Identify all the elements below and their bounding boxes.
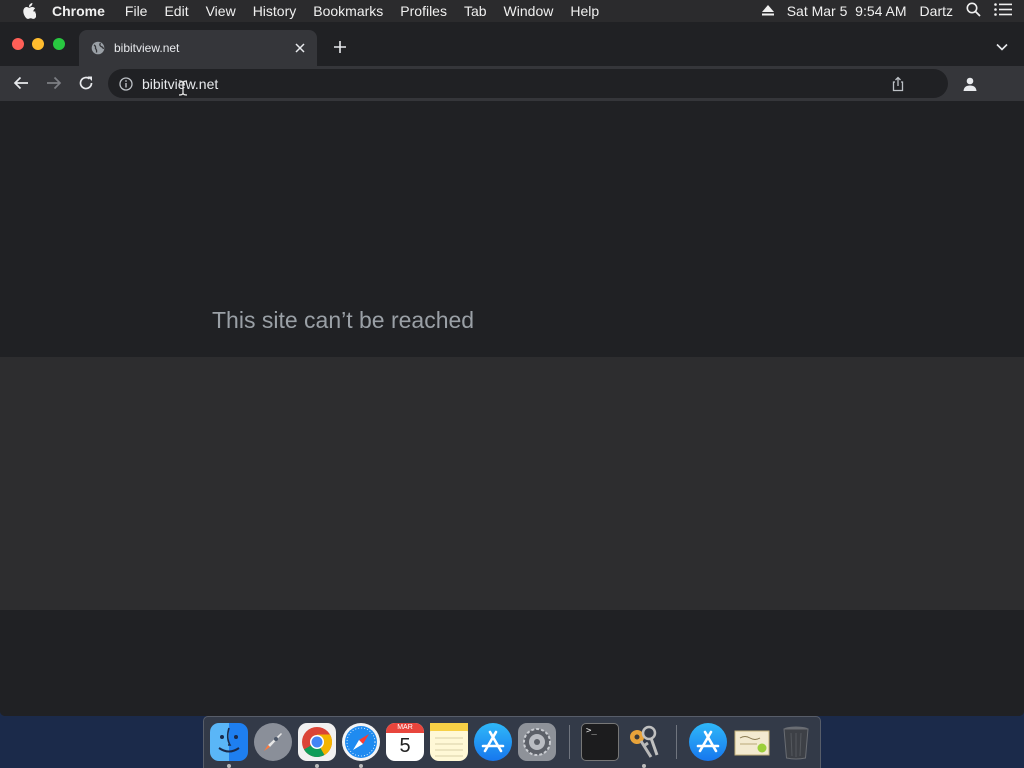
address-bar-url[interactable]: bibitview.net: [142, 76, 890, 92]
dock: MAR 5 >_: [203, 716, 821, 768]
browser-toolbar: bibitview.net: [0, 66, 1024, 101]
terminal-prompt: >_: [586, 726, 597, 736]
calendar-month: MAR: [386, 723, 424, 733]
menu-help[interactable]: Help: [570, 3, 599, 19]
finder-running-indicator: [227, 764, 231, 768]
chrome-running-indicator: [315, 764, 319, 768]
keychain-access-icon[interactable]: [625, 723, 663, 761]
window-fullscreen-button[interactable]: [53, 38, 65, 50]
menu-bar: Chrome File Edit View History Bookmarks …: [0, 0, 1024, 22]
menu-window[interactable]: Window: [504, 3, 554, 19]
share-icon[interactable]: [890, 76, 906, 92]
profile-avatar-icon[interactable]: [960, 74, 980, 94]
finder-icon[interactable]: [210, 723, 248, 761]
menubar-clock[interactable]: Sat Mar 5 9:54 AM: [787, 3, 907, 19]
page-content: This site can’t be reached: [0, 101, 1024, 716]
menu-bookmarks[interactable]: Bookmarks: [313, 3, 383, 19]
certificate-icon[interactable]: [733, 723, 771, 761]
forward-arrow-icon[interactable]: [45, 74, 63, 92]
calendar-day: 5: [399, 735, 411, 757]
spotlight-search-icon[interactable]: [966, 2, 981, 20]
notification-center-icon[interactable]: [994, 3, 1012, 19]
globe-icon: [91, 41, 105, 55]
chrome-icon[interactable]: [298, 723, 336, 761]
menu-profiles[interactable]: Profiles: [400, 3, 447, 19]
tab-close-icon[interactable]: [292, 40, 308, 56]
new-tab-icon[interactable]: [331, 38, 349, 56]
menubar-user[interactable]: Dartz: [920, 3, 953, 19]
menu-view[interactable]: View: [206, 3, 236, 19]
menu-app-chrome[interactable]: Chrome: [52, 3, 105, 19]
notes-icon[interactable]: [430, 723, 468, 761]
safari-running-indicator: [359, 764, 363, 768]
trash-icon[interactable]: [777, 723, 815, 761]
window-minimize-button[interactable]: [32, 38, 44, 50]
text-cursor-icon: [178, 80, 188, 96]
back-arrow-icon[interactable]: [12, 74, 30, 92]
eject-icon[interactable]: [761, 3, 774, 19]
menu-tab[interactable]: Tab: [464, 3, 487, 19]
menu-file[interactable]: File: [125, 3, 148, 19]
menu-history[interactable]: History: [253, 3, 297, 19]
app-store-icon[interactable]: [474, 723, 512, 761]
error-heading: This site can’t be reached: [212, 307, 475, 333]
safari-icon[interactable]: [342, 723, 380, 761]
dock-separator-2: [676, 725, 677, 759]
launchpad-icon[interactable]: [254, 723, 292, 761]
menu-edit[interactable]: Edit: [164, 3, 188, 19]
terminal-icon[interactable]: >_: [581, 723, 619, 761]
tab-bibitview[interactable]: bibitview.net: [79, 30, 317, 66]
tab-title: bibitview.net: [114, 41, 180, 55]
address-bar[interactable]: bibitview.net: [108, 69, 948, 98]
window-close-button[interactable]: [12, 38, 24, 50]
system-preferences-icon[interactable]: [518, 723, 556, 761]
browser-window: bibitview.net bibitview.net This site ca…: [0, 22, 1024, 716]
dock-separator: [569, 725, 570, 759]
chevron-down-icon[interactable]: [995, 40, 1009, 54]
reload-icon[interactable]: [77, 74, 95, 92]
content-band: [0, 357, 1024, 610]
calendar-icon[interactable]: MAR 5: [386, 723, 424, 761]
keychain-running-indicator: [642, 764, 646, 768]
apple-menu-icon[interactable]: [20, 0, 38, 22]
site-info-icon[interactable]: [119, 76, 133, 91]
tab-strip: bibitview.net: [0, 22, 1024, 66]
app-store-folder-icon[interactable]: [689, 723, 727, 761]
